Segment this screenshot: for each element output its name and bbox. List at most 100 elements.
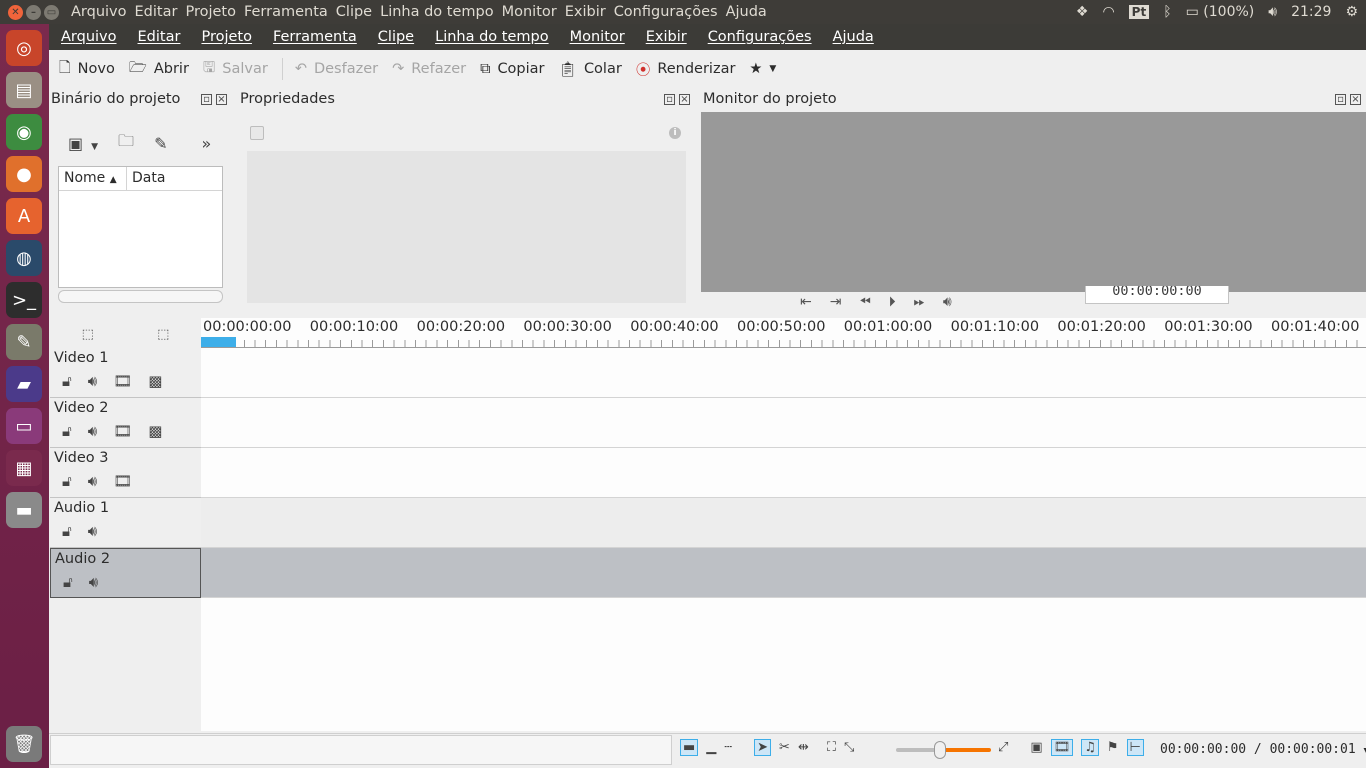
render-button[interactable]: ⦿ Renderizar bbox=[636, 59, 736, 80]
dropbox-icon[interactable]: ❖ bbox=[1076, 4, 1089, 20]
drive-icon[interactable]: ▬ bbox=[6, 492, 42, 528]
open-button[interactable]: 🗁 Abrir bbox=[129, 57, 189, 82]
zoom-in-icon[interactable]: ⤢ bbox=[998, 740, 1008, 755]
new-button[interactable]: 🗋 Novo bbox=[59, 57, 115, 82]
maximize-window-button[interactable]: ▭ bbox=[44, 4, 59, 20]
menu-configuracoes[interactable]: Configurações bbox=[708, 29, 812, 45]
bin-list[interactable]: Nome ▲ Data bbox=[58, 166, 223, 288]
zoom-out-icon[interactable]: ⤡ bbox=[844, 740, 854, 755]
menu-monitor[interactable]: Monitor bbox=[570, 29, 625, 45]
global-menu-arquivo[interactable]: Arquivo bbox=[71, 4, 135, 20]
snap-icon[interactable]: ⊢ bbox=[1126, 739, 1144, 756]
audio-icon[interactable]: 🔊︎ bbox=[88, 372, 97, 390]
kdenlive-icon[interactable]: ▰ bbox=[6, 366, 42, 402]
column-header-date[interactable]: Data bbox=[127, 167, 170, 190]
edit-icon[interactable]: ✎ bbox=[154, 134, 167, 153]
keyboard-layout-indicator[interactable]: Pt bbox=[1128, 5, 1150, 19]
close-icon[interactable]: × bbox=[1350, 94, 1361, 105]
audio-icon[interactable]: 🔊︎ bbox=[88, 472, 97, 490]
software-center-icon[interactable]: A bbox=[6, 198, 42, 234]
bluetooth-icon[interactable]: ᛒ bbox=[1163, 4, 1171, 20]
steam-icon[interactable]: ◍ bbox=[6, 240, 42, 276]
monitor-screen[interactable] bbox=[701, 112, 1366, 292]
thumbnails-icon[interactable]: ▣ bbox=[1030, 740, 1042, 755]
lock-icon[interactable]: 🔓︎ bbox=[62, 372, 72, 390]
track-audio-1[interactable] bbox=[201, 498, 1366, 548]
float-icon[interactable]: ▫ bbox=[1335, 94, 1346, 105]
global-menu-editar[interactable]: Editar bbox=[135, 4, 186, 20]
timeline-ruler[interactable]: 00:00:00:00 00:00:10:00 00:00:20:00 00:00:3… bbox=[201, 318, 1366, 348]
terminal-icon[interactable]: >_ bbox=[6, 282, 42, 318]
insert-mode-icon[interactable]: ┄ bbox=[724, 740, 732, 755]
collapse-tracks-icon[interactable]: ⬚ bbox=[82, 327, 94, 342]
track-video-1[interactable] bbox=[201, 348, 1366, 398]
fit-zoom-icon[interactable]: ⛶ bbox=[827, 740, 836, 755]
add-folder-icon[interactable]: 🗀 bbox=[118, 130, 134, 157]
rewind-icon[interactable]: ⏪︎ bbox=[859, 294, 870, 310]
audio-icon[interactable]: 🔊︎ bbox=[88, 522, 97, 540]
zone-start-icon[interactable]: ⇤ bbox=[800, 294, 812, 310]
menu-ajuda[interactable]: Ajuda bbox=[833, 29, 874, 45]
composite-icon[interactable]: ▩ bbox=[148, 422, 162, 440]
power-gear-icon[interactable]: ⚙ bbox=[1345, 4, 1358, 20]
video-icon[interactable]: 🎞︎ bbox=[113, 372, 132, 390]
wifi-icon[interactable]: ◠ bbox=[1102, 4, 1114, 20]
expand-tracks-icon[interactable]: ⬚ bbox=[157, 327, 169, 342]
audio-icon[interactable]: 🔊︎ bbox=[89, 573, 98, 591]
battery-indicator[interactable]: ▭ (100%) bbox=[1186, 4, 1255, 20]
audio-waveform-icon[interactable]: ♫ bbox=[1081, 739, 1099, 756]
add-clip-icon[interactable]: ▣ ▼ bbox=[68, 134, 98, 153]
workspaces-icon[interactable]: ▦ bbox=[6, 450, 42, 486]
overwrite-mode-icon[interactable]: ▁ bbox=[706, 740, 716, 755]
global-menu-exibir[interactable]: Exibir bbox=[565, 4, 614, 20]
float-icon[interactable]: ▫ bbox=[201, 94, 212, 105]
track-header-video-2[interactable]: Video 2 🔓︎ 🔊︎ 🎞︎ ▩ bbox=[50, 398, 201, 448]
track-header-audio-1[interactable]: Audio 1 🔓︎ 🔊︎ bbox=[50, 498, 201, 548]
global-menu-ferramenta[interactable]: Ferramenta bbox=[244, 4, 336, 20]
chrome-icon[interactable]: ◉ bbox=[6, 114, 42, 150]
menu-projeto[interactable]: Projeto bbox=[201, 29, 252, 45]
lock-icon[interactable]: 🔓︎ bbox=[62, 472, 72, 490]
timeline-empty-area[interactable] bbox=[201, 598, 1366, 731]
lock-icon[interactable]: 🔓︎ bbox=[62, 522, 72, 540]
favorites-button[interactable]: ★ ▼ bbox=[749, 61, 776, 77]
gimp-icon[interactable]: ✎ bbox=[6, 324, 42, 360]
trash-icon[interactable]: 🗑︎ bbox=[6, 726, 42, 762]
track-video-2[interactable] bbox=[201, 398, 1366, 448]
float-icon[interactable]: ▫ bbox=[664, 94, 675, 105]
play-icon[interactable]: ⏵︎ bbox=[889, 294, 896, 310]
copy-button[interactable]: ⧉ Copiar bbox=[480, 61, 544, 77]
clock[interactable]: 21:29 bbox=[1291, 4, 1331, 20]
firefox-icon[interactable]: ● bbox=[6, 156, 42, 192]
info-icon[interactable]: i bbox=[669, 127, 681, 139]
bin-horizontal-scrollbar[interactable] bbox=[58, 290, 223, 303]
minimize-window-button[interactable]: – bbox=[26, 4, 41, 20]
paste-button[interactable]: 📋︎ Colar bbox=[559, 61, 622, 78]
global-menu-monitor[interactable]: Monitor bbox=[502, 4, 565, 20]
track-header-video-3[interactable]: Video 3 🔓︎ 🔊︎ 🎞︎ bbox=[50, 448, 201, 498]
video-thumbnails-icon[interactable]: 🎞︎ bbox=[1050, 739, 1074, 756]
menu-ferramenta[interactable]: Ferramenta bbox=[273, 29, 357, 45]
playhead[interactable] bbox=[201, 337, 236, 347]
composite-icon[interactable]: ▩ bbox=[148, 372, 162, 390]
menu-clipe[interactable]: Clipe bbox=[378, 29, 414, 45]
close-icon[interactable]: × bbox=[216, 94, 227, 105]
track-header-video-1[interactable]: Video 1 🔓︎ 🔊︎ 🎞︎ ▩ bbox=[50, 348, 201, 398]
track-mode-icon[interactable]: ▬ bbox=[680, 739, 699, 756]
zoom-slider-handle[interactable] bbox=[934, 741, 946, 759]
track-header-audio-2[interactable]: Audio 2 🔓︎ 🔊︎ bbox=[50, 548, 201, 598]
properties-checkbox[interactable] bbox=[250, 126, 264, 140]
forward-icon[interactable]: ⏩︎ bbox=[914, 294, 925, 310]
global-menu-configuracoes[interactable]: Configurações bbox=[614, 4, 726, 20]
menu-editar[interactable]: Editar bbox=[138, 29, 181, 45]
spacer-tool-icon[interactable]: ⇹ bbox=[798, 740, 809, 755]
close-icon[interactable]: × bbox=[679, 94, 690, 105]
menu-arquivo[interactable]: Arquivo bbox=[61, 29, 117, 45]
undo-button[interactable]: ↶ Desfazer bbox=[295, 61, 378, 77]
close-window-button[interactable]: ✕ bbox=[8, 4, 23, 20]
zone-end-icon[interactable]: ⇥ bbox=[830, 294, 842, 310]
razor-tool-icon[interactable]: ✂ bbox=[779, 740, 790, 755]
lock-icon[interactable]: 🔓︎ bbox=[62, 422, 72, 440]
global-menu-projeto[interactable]: Projeto bbox=[185, 4, 244, 20]
menu-exibir[interactable]: Exibir bbox=[646, 29, 687, 45]
